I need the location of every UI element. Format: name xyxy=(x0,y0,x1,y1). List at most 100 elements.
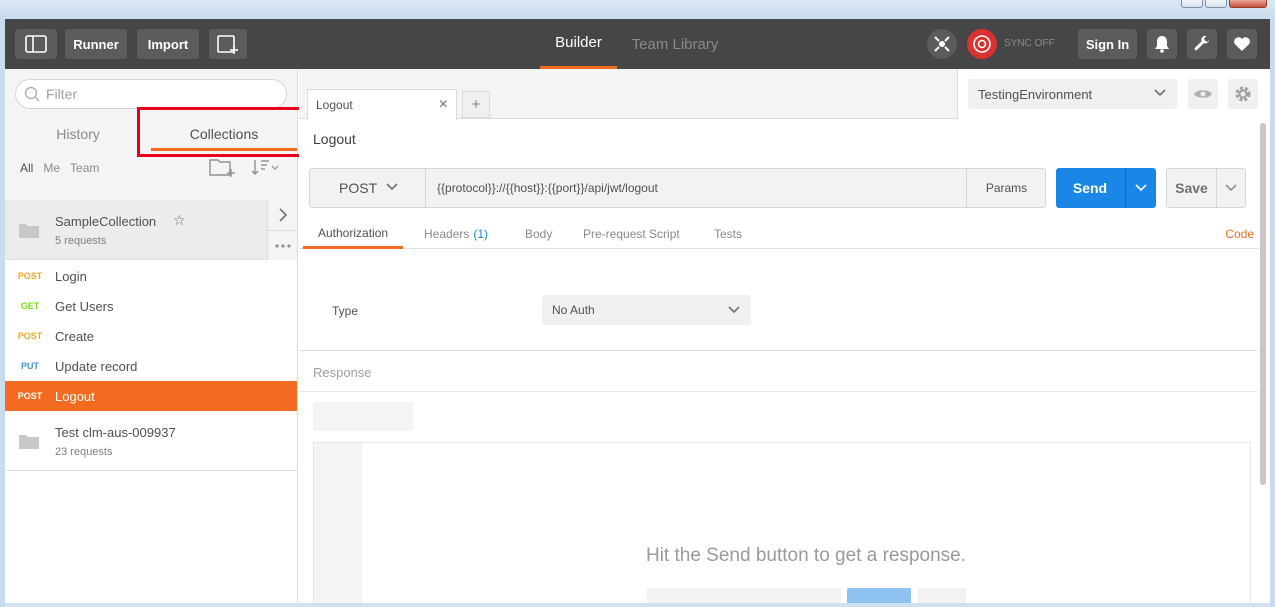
collection-item[interactable]: SampleCollection ☆ 5 requests xyxy=(5,200,297,260)
divider xyxy=(299,391,1257,392)
request-item[interactable]: POST Login xyxy=(5,261,297,291)
environment-select[interactable]: TestingEnvironment xyxy=(968,79,1177,109)
request-name: Update record xyxy=(55,358,138,374)
import-button[interactable]: Import xyxy=(137,29,199,59)
add-tab-button[interactable]: + xyxy=(462,91,490,118)
auth-type-select[interactable]: No Auth xyxy=(542,295,751,325)
method-select[interactable]: POST xyxy=(310,169,426,207)
sidebar: History Collections All Me Team SampleCo… xyxy=(5,69,313,603)
filter-box[interactable] xyxy=(15,79,287,109)
tab-tests[interactable]: Tests xyxy=(714,219,742,249)
sign-in-button[interactable]: Sign In xyxy=(1078,29,1137,59)
manage-environments-button[interactable] xyxy=(1228,79,1258,109)
tab-pre-request-script[interactable]: Pre-request Script xyxy=(583,219,680,249)
send-dropdown-button[interactable] xyxy=(1125,168,1156,208)
save-dropdown-button[interactable] xyxy=(1216,169,1245,207)
environment-value: TestingEnvironment xyxy=(978,86,1093,102)
folder-icon xyxy=(19,435,39,449)
method-badge: PUT xyxy=(21,361,39,371)
sidebar-toggle-icon xyxy=(25,35,47,53)
maximize-button[interactable] xyxy=(1205,0,1227,8)
filter-all[interactable]: All xyxy=(20,161,33,175)
sidebar-top: History Collections All Me Team xyxy=(5,69,313,200)
support-button[interactable] xyxy=(1227,29,1257,59)
request-item[interactable]: GET Get Users xyxy=(5,291,297,321)
request-subtabs: Authorization Headers (1) Body Pre-reque… xyxy=(299,219,1259,249)
params-button[interactable]: Params xyxy=(966,169,1046,207)
more-icon xyxy=(274,243,291,248)
heart-icon xyxy=(1234,37,1250,51)
save-label: Save xyxy=(1175,180,1208,196)
request-tabs-bar: Logout × + TestingEnvironment xyxy=(299,69,1270,120)
collection-more-button[interactable] xyxy=(268,230,297,260)
request-builder: Logout × + TestingEnvironment Logout POS… xyxy=(299,69,1270,603)
environment-quick-look-button[interactable] xyxy=(1188,79,1218,109)
new-tab-button[interactable] xyxy=(209,29,247,59)
runner-button[interactable]: Runner xyxy=(65,29,127,59)
save-button[interactable]: Save xyxy=(1166,168,1246,208)
auth-type-value: No Auth xyxy=(552,303,595,317)
chevron-down-icon xyxy=(1135,184,1147,192)
plus-icon: + xyxy=(471,96,481,113)
request-item[interactable]: PUT Update record xyxy=(5,351,297,381)
chevron-down-icon xyxy=(728,306,740,314)
minimize-button[interactable] xyxy=(1181,0,1203,8)
new-window-icon xyxy=(217,35,238,54)
url-input[interactable] xyxy=(427,169,966,207)
request-item[interactable]: POST Create xyxy=(5,321,297,351)
vertical-scrollbar[interactable] xyxy=(1260,123,1266,485)
filter-me[interactable]: Me xyxy=(43,161,60,175)
star-icon[interactable]: ☆ xyxy=(173,212,186,229)
request-tab[interactable]: Logout × xyxy=(307,89,457,120)
tab-builder[interactable]: Builder xyxy=(540,19,617,69)
skeleton-bar xyxy=(918,588,966,603)
collection-count: 23 requests xyxy=(55,446,113,458)
send-button[interactable]: Send xyxy=(1056,168,1156,208)
search-icon xyxy=(24,86,40,102)
request-title: Logout xyxy=(313,131,356,147)
sort-icon[interactable] xyxy=(251,158,279,176)
interceptor-button[interactable] xyxy=(927,29,957,59)
filter-input[interactable] xyxy=(46,86,266,102)
toggle-sidebar-button[interactable] xyxy=(15,29,57,59)
new-collection-icon[interactable] xyxy=(209,157,235,177)
chevron-down-icon xyxy=(1154,89,1166,97)
sync-off-icon xyxy=(973,35,991,53)
collection-name: Test clm-aus-009937 xyxy=(55,425,176,440)
generate-code-link[interactable]: Code xyxy=(1225,227,1254,241)
close-tab-icon[interactable]: × xyxy=(439,96,448,114)
tab-collections[interactable]: Collections xyxy=(151,119,297,151)
response-body: Hit the Send button to get a response. xyxy=(313,442,1251,603)
postman-app: Runner Import Builder Team Library SYNC … xyxy=(5,19,1270,603)
sync-button[interactable] xyxy=(967,29,997,59)
window-title-bar xyxy=(0,0,1275,19)
request-name: Login xyxy=(55,268,87,284)
method-value: POST xyxy=(339,180,378,196)
request-name: Create xyxy=(55,328,95,344)
method-badge: POST xyxy=(17,391,43,401)
response-label: Response xyxy=(313,365,372,380)
filter-team[interactable]: Team xyxy=(70,161,99,175)
request-item-active[interactable]: POST Logout xyxy=(5,381,297,411)
collection-item[interactable]: Test clm-aus-009937 23 requests xyxy=(5,411,297,471)
auth-type-label: Type xyxy=(332,304,359,318)
notifications-button[interactable] xyxy=(1147,29,1177,59)
app-header: Runner Import Builder Team Library SYNC … xyxy=(5,19,1270,69)
method-badge: GET xyxy=(20,301,40,311)
folder-icon xyxy=(19,224,39,238)
tab-body[interactable]: Body xyxy=(525,219,552,249)
close-window-button[interactable] xyxy=(1229,0,1267,8)
collection-owner-filters: All Me Team xyxy=(20,161,99,175)
expand-collection-button[interactable] xyxy=(268,200,297,230)
tab-history[interactable]: History xyxy=(5,119,151,149)
divider xyxy=(299,350,1257,351)
tab-headers[interactable]: Headers (1) xyxy=(424,219,488,249)
eye-icon xyxy=(1194,90,1212,98)
chevron-down-icon xyxy=(1225,184,1237,192)
tab-team-library[interactable]: Team Library xyxy=(627,19,723,69)
empty-response-message: Hit the Send button to get a response. xyxy=(645,545,967,566)
window-frame-right xyxy=(1270,19,1275,607)
tab-authorization[interactable]: Authorization xyxy=(303,219,404,249)
url-bar: POST Params xyxy=(309,168,1046,208)
settings-button[interactable] xyxy=(1187,29,1217,59)
